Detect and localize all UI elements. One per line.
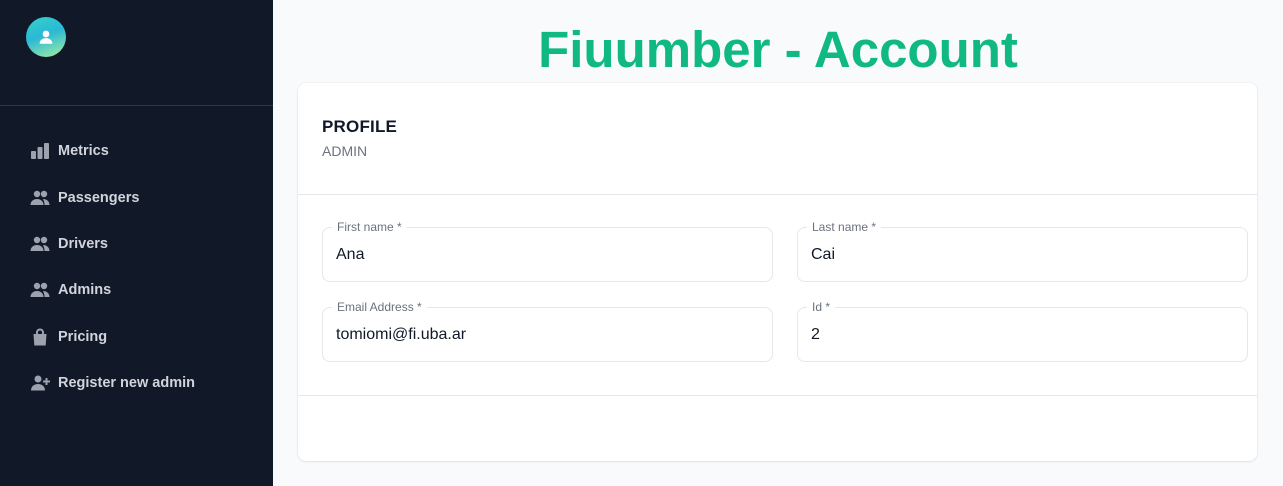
last-name-field: Last name * Cai bbox=[797, 219, 1248, 282]
avatar[interactable] bbox=[26, 17, 66, 57]
first-name-input[interactable]: Ana bbox=[336, 228, 756, 281]
profile-title: PROFILE bbox=[322, 117, 398, 136]
sidebar-item-metrics[interactable]: Metrics bbox=[0, 128, 273, 174]
card-divider bbox=[298, 194, 1257, 195]
sidebar-item-label: Metrics bbox=[58, 143, 109, 160]
sidebar-nav: Metrics Passengers Drivers Admins Pricin… bbox=[0, 128, 273, 406]
first-name-field: First name * Ana bbox=[322, 219, 773, 282]
sidebar-item-label: Passengers bbox=[58, 189, 140, 206]
sidebar-item-label: Pricing bbox=[58, 328, 108, 345]
users-icon bbox=[30, 188, 50, 208]
sidebar-item-drivers[interactable]: Drivers bbox=[0, 221, 273, 267]
sidebar: Metrics Passengers Drivers Admins Pricin… bbox=[0, 0, 273, 486]
sidebar-item-label: Drivers bbox=[58, 235, 108, 252]
users-icon bbox=[30, 280, 50, 300]
shopping-bag-icon bbox=[30, 327, 50, 347]
users-icon bbox=[30, 234, 50, 254]
page-title: Fiuumber - Account bbox=[538, 21, 1018, 78]
profile-card-header: PROFILE ADMIN bbox=[322, 117, 397, 159]
id-field: Id * 2 bbox=[797, 299, 1248, 362]
last-name-input[interactable]: Cai bbox=[811, 228, 1231, 281]
email-field: Email Address * tomiomi@fi.uba.ar bbox=[322, 299, 773, 362]
user-add-icon bbox=[30, 373, 50, 393]
bar-chart-icon bbox=[30, 141, 50, 161]
profile-card: PROFILE ADMIN First name * Ana Last name… bbox=[298, 83, 1257, 461]
sidebar-item-register-new-admin[interactable]: Register new admin bbox=[0, 360, 273, 406]
profile-subtitle: ADMIN bbox=[322, 143, 368, 159]
sidebar-item-pricing[interactable]: Pricing bbox=[0, 314, 273, 360]
sidebar-divider bbox=[0, 105, 273, 106]
sidebar-item-label: Register new admin bbox=[58, 375, 195, 392]
id-input[interactable]: 2 bbox=[811, 308, 1231, 361]
email-input[interactable]: tomiomi@fi.uba.ar bbox=[336, 308, 756, 361]
sidebar-item-admins[interactable]: Admins bbox=[0, 267, 273, 313]
card-footer-divider bbox=[298, 395, 1257, 396]
sidebar-item-passengers[interactable]: Passengers bbox=[0, 174, 273, 220]
sidebar-item-label: Admins bbox=[58, 282, 112, 299]
user-icon bbox=[39, 30, 53, 44]
